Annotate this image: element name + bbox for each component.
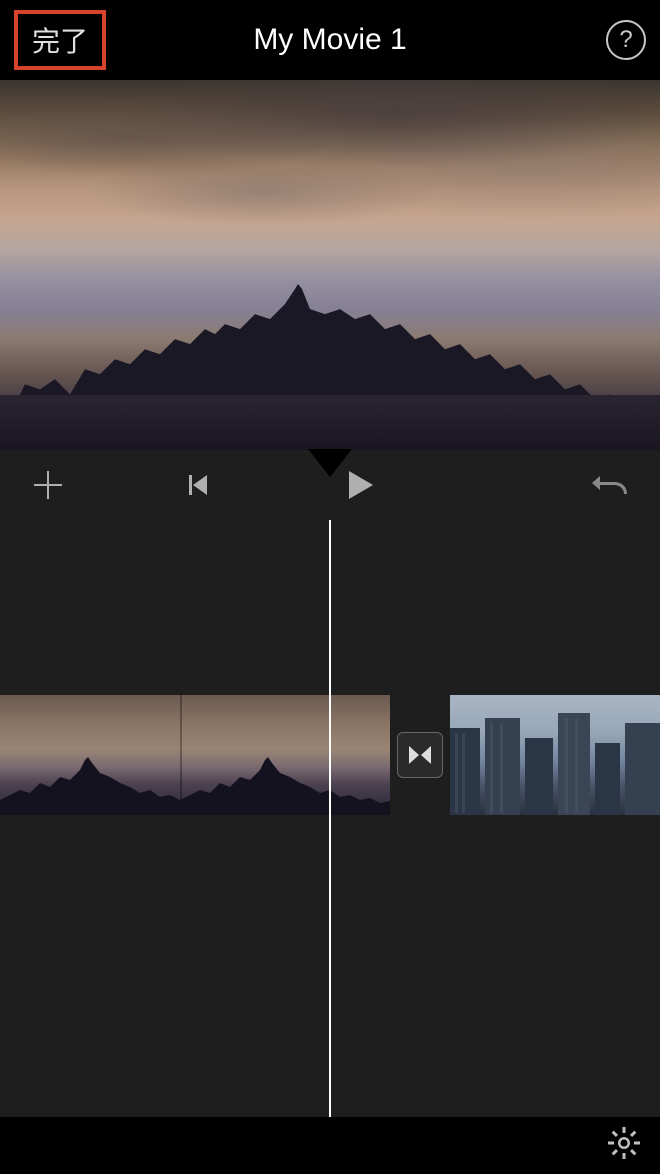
- help-button[interactable]: ?: [606, 20, 646, 60]
- gear-icon: [606, 1125, 642, 1161]
- playhead-line[interactable]: [329, 520, 331, 1117]
- footer-bar: [0, 1117, 660, 1174]
- skip-start-button[interactable]: [183, 471, 211, 499]
- project-title: My Movie 1: [253, 23, 406, 57]
- done-button[interactable]: 完了: [14, 10, 106, 70]
- undo-icon: [590, 470, 630, 500]
- previous-icon: [183, 471, 211, 499]
- plus-icon: [30, 467, 66, 503]
- timeline-clip[interactable]: [0, 695, 390, 815]
- preview-frame: [0, 80, 660, 450]
- settings-button[interactable]: [606, 1125, 642, 1166]
- crossfade-icon: [407, 742, 433, 768]
- transition-button[interactable]: [397, 732, 443, 778]
- playhead-marker: [308, 449, 352, 477]
- timeline-area[interactable]: [0, 520, 660, 1117]
- timeline-clip[interactable]: [450, 695, 660, 815]
- playback-controls: [0, 450, 660, 520]
- transition-slot: [390, 695, 450, 815]
- undo-button[interactable]: [590, 470, 630, 500]
- add-media-button[interactable]: [30, 467, 66, 503]
- video-preview[interactable]: [0, 80, 660, 450]
- header-bar: 完了 My Movie 1 ?: [0, 0, 660, 80]
